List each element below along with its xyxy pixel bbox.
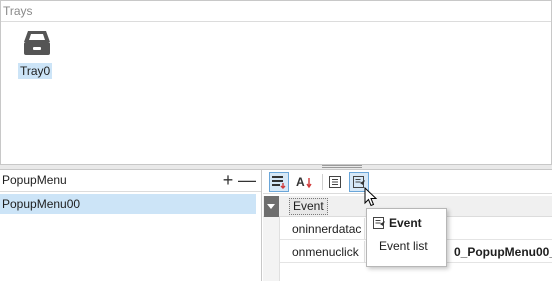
collapse-group-button[interactable] bbox=[264, 196, 279, 217]
remove-popup-menu-button[interactable]: — bbox=[238, 170, 256, 192]
popup-menu-header: PopupMenu + — bbox=[0, 170, 261, 192]
sort-alphabetical-button[interactable]: A bbox=[295, 172, 315, 192]
trays-panel-title: Trays bbox=[1, 1, 551, 22]
properties-button[interactable] bbox=[325, 172, 345, 192]
tray-item-label: Tray0 bbox=[18, 63, 53, 79]
popup-menu-panel: PopupMenu + — PopupMenu00 bbox=[0, 170, 262, 281]
trays-panel: Trays Tray0 bbox=[0, 0, 552, 164]
events-view-dropdown-menu: Event Event list bbox=[366, 208, 447, 267]
svg-text:A: A bbox=[296, 175, 305, 189]
events-toolbar: A bbox=[263, 170, 552, 194]
tray-item-tray0[interactable]: Tray0 bbox=[15, 29, 59, 81]
event-group-label: Event bbox=[289, 198, 328, 215]
mouse-cursor-icon bbox=[364, 187, 378, 207]
toolbar-separator bbox=[322, 174, 323, 190]
splitter-grip-handle[interactable] bbox=[322, 165, 362, 168]
menu-item-event-list[interactable]: Event list bbox=[379, 239, 428, 253]
menu-item-label: Event bbox=[389, 216, 422, 230]
add-popup-menu-button[interactable]: + bbox=[220, 170, 236, 192]
event-edit-icon bbox=[373, 217, 385, 229]
column-divider bbox=[364, 241, 365, 263]
sort-alphabetical-icon: A bbox=[296, 175, 312, 189]
column-divider bbox=[364, 218, 365, 240]
event-name: oninnerdatachanged bbox=[292, 222, 362, 236]
menu-item-event[interactable]: Event bbox=[371, 214, 443, 233]
properties-icon bbox=[329, 176, 341, 188]
tray-icon bbox=[24, 31, 50, 55]
popup-menu-list-item[interactable]: PopupMenu00 bbox=[0, 194, 256, 214]
grid-gutter bbox=[263, 217, 280, 281]
sort-by-category-button[interactable] bbox=[269, 172, 289, 192]
event-name: onmenuclick bbox=[292, 245, 359, 259]
event-value[interactable]: 0_PopupMenu00_or bbox=[454, 245, 552, 259]
sort-by-category-icon bbox=[272, 176, 286, 189]
popup-menu-title: PopupMenu bbox=[2, 173, 67, 187]
